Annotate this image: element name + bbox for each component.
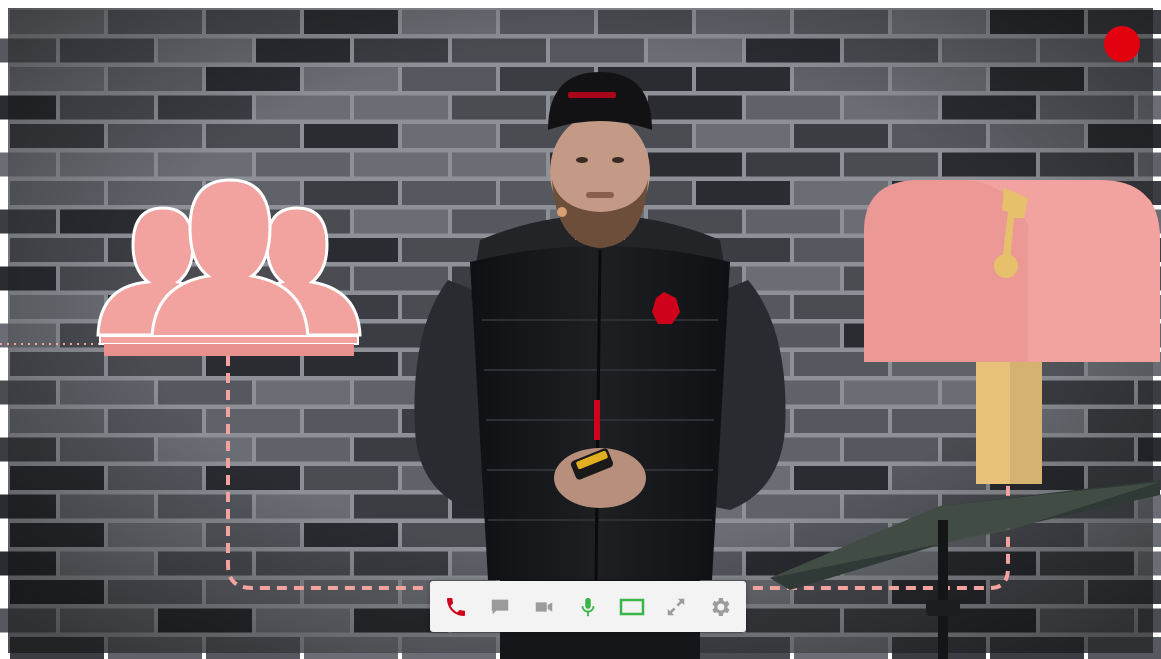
- video-feed: [0, 8, 1161, 659]
- recording-indicator-icon: [1104, 26, 1140, 62]
- screen-share-button[interactable]: [616, 591, 648, 623]
- camera-button[interactable]: [528, 591, 560, 623]
- call-toolbar: [430, 581, 746, 632]
- settings-button[interactable]: [704, 591, 736, 623]
- video-call-stage: [0, 0, 1161, 659]
- gear-icon: [712, 597, 730, 616]
- microphone-icon: [581, 597, 595, 616]
- chat-button[interactable]: [484, 591, 516, 623]
- expand-arrows-icon: [667, 598, 685, 615]
- screen-share-icon: [619, 598, 645, 615]
- video-camera-icon: [535, 601, 553, 612]
- chat-bubble-icon: [491, 599, 509, 614]
- fullscreen-button[interactable]: [660, 591, 692, 623]
- phone-hangup-icon: [447, 597, 465, 616]
- hangup-button[interactable]: [440, 591, 472, 623]
- microphone-button[interactable]: [572, 591, 604, 623]
